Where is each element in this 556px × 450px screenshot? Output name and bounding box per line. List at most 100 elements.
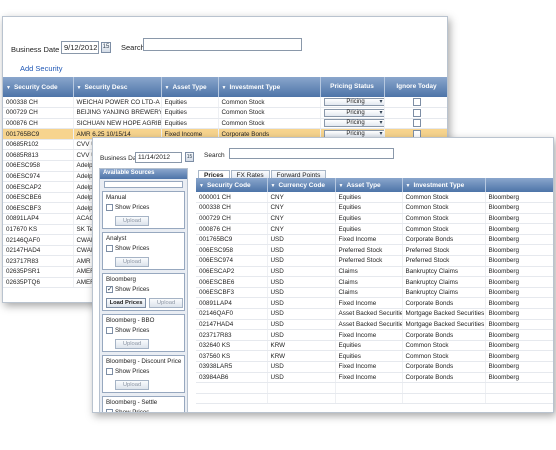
source-name: Bloomberg - BBO (106, 317, 155, 324)
table-row[interactable]: 006ESCAP2 USD Claims Bankruptcy Claims Bloom… (196, 266, 553, 278)
table-row[interactable]: 000876 CHSICHUAN NEW HOPE AGRIBUSINEquit… (3, 118, 447, 130)
col-header-security-code[interactable]: ▼ Security Code (3, 77, 74, 97)
calendar-icon[interactable]: 15 (185, 152, 194, 162)
table-row[interactable]: 006ESCBE6 USD Claims Bankruptcy Claims Bloom… (196, 276, 553, 288)
price-source-cell: Bloomberg (485, 287, 553, 299)
ignore-today-checkbox[interactable] (412, 108, 421, 117)
upload-button[interactable]: Upload (115, 380, 149, 390)
sources-filter-input[interactable] (104, 181, 183, 188)
show-prices-option[interactable]: Show Prices (106, 204, 149, 211)
investment-type-cell: Preferred Stock (402, 244, 486, 257)
checkbox-icon[interactable] (106, 327, 113, 334)
security-code-cell: 006ESCBF3 (3, 202, 74, 215)
show-prices-option[interactable]: ✓ Show Prices (106, 286, 149, 293)
col-header-price-source[interactable] (485, 178, 553, 192)
price-source-cell (485, 382, 553, 394)
pricing-status-select[interactable]: Pricing (323, 119, 383, 128)
table-row[interactable]: 03984AB6 USD Fixed Income Corporate Bonds Bl… (196, 372, 553, 384)
show-prices-option[interactable]: Show Prices (106, 368, 149, 375)
table-row[interactable]: 000001 CH CNY Equities Common Stock Bloomber… (196, 192, 553, 204)
table-row[interactable]: 000876 CH CNY Equities Common Stock Bloomber… (196, 223, 553, 235)
show-prices-option[interactable]: Show Prices (106, 409, 149, 412)
upload-button[interactable]: Upload (149, 298, 183, 308)
business-date-field[interactable]: 11/14/2012 (135, 152, 182, 163)
col-header-security-desc[interactable]: ▼ Security Desc (73, 77, 162, 97)
upload-button[interactable]: Upload (115, 339, 149, 349)
show-prices-label: Show Prices (115, 245, 150, 253)
checkbox-icon[interactable] (106, 204, 113, 211)
currency-code-cell: CNY (267, 213, 336, 225)
upload-button[interactable]: Upload (115, 216, 149, 226)
currency-code-cell: USD (267, 255, 336, 267)
checkbox-icon[interactable] (106, 245, 113, 252)
security-code-cell: 000338 CH (196, 202, 268, 214)
pricing-status-select[interactable]: Pricing (323, 98, 383, 107)
investment-type-cell: Corporate Bonds (402, 372, 486, 384)
show-prices-label: Show Prices (115, 327, 150, 335)
upload-button[interactable]: Upload (115, 257, 149, 267)
table-row[interactable]: 000729 CH CNY Equities Common Stock Bloomber… (196, 213, 553, 225)
table-row[interactable]: 023717R83 USD Fixed Income Corporate Bonds B… (196, 329, 553, 341)
currency-code-cell: CNY (267, 223, 336, 235)
col-header-ignore-today[interactable]: Ignore Today (384, 77, 447, 97)
pricing-status-select[interactable]: Pricing (323, 108, 383, 117)
search-input[interactable] (143, 38, 302, 51)
table-row[interactable]: 032640 KS KRW Equities Common Stock Bloomber… (196, 340, 553, 352)
checkbox-icon[interactable] (106, 368, 113, 375)
asset-type-cell: Fixed Income (335, 361, 403, 373)
load-prices-button[interactable]: Load Prices (106, 298, 146, 308)
col-header-asset-type[interactable]: ▼ Asset Type (161, 77, 219, 97)
table-row[interactable]: 001765BC9 USD Fixed Income Corporate Bonds B… (196, 234, 553, 246)
add-security-link[interactable]: Add Security (20, 64, 63, 73)
asset-type-cell: Equities (161, 107, 219, 119)
col-header-pricing-status[interactable]: Pricing Status (320, 77, 385, 97)
table-row[interactable]: 000338 CH WEICHAI POWER CO LTD-A Equities C… (3, 97, 447, 109)
currency-code-cell: USD (267, 287, 336, 299)
table-row[interactable] (196, 393, 553, 405)
show-prices-option[interactable]: Show Prices (106, 327, 149, 334)
business-date-field[interactable]: 9/12/2012 (61, 41, 99, 54)
table-row[interactable]: 02147HAD4 USD Asset Backed Securities Mortg… (196, 319, 553, 331)
investment-type-cell: Corporate Bonds (402, 329, 486, 341)
security-desc-cell: BEIJING YANJING BREWERY CO-A (73, 107, 162, 119)
investment-type-cell (402, 393, 486, 405)
available-sources-panel: Available Sources Manual Show Prices Uploa… (99, 168, 188, 412)
currency-code-cell (267, 393, 336, 405)
table-row[interactable]: 000729 CHBEIJING YANJING BREWERY CO-AEqu… (3, 107, 447, 119)
investment-type-cell: Common Stock (402, 192, 486, 204)
asset-type-cell: Fixed Income (335, 329, 403, 341)
ignore-today-checkbox[interactable] (412, 98, 421, 107)
ignore-today-checkbox[interactable] (412, 119, 421, 128)
security-code-cell: 02147HAD4 (3, 245, 74, 257)
security-code-cell: 00685R813 (3, 149, 74, 162)
checked-checkbox-icon[interactable]: ✓ (106, 286, 113, 293)
security-code-cell: 006ESCBF3 (196, 287, 268, 299)
currency-code-cell: USD (267, 234, 336, 246)
asset-type-cell (335, 382, 403, 394)
table-row[interactable]: 006ESC958 USD Preferred Stock Preferred Sto… (196, 244, 553, 257)
security-code-cell: 000729 CH (3, 107, 74, 119)
col-header-asset-type[interactable]: ▼ Asset Type (335, 178, 403, 192)
table-row[interactable]: 02146QAF0 USD Asset Backed Securities Mortg… (196, 308, 553, 320)
checkbox-icon[interactable] (106, 409, 113, 412)
investment-type-cell: Common Stock (218, 118, 321, 130)
investment-type-cell: Preferred Stock (402, 255, 486, 267)
security-code-cell: 00891LAP4 (196, 297, 268, 310)
search-input[interactable] (229, 148, 394, 159)
table-row[interactable] (196, 382, 553, 394)
show-prices-option[interactable]: Show Prices (106, 245, 149, 252)
table-row[interactable]: 006ESCBF3 USD Claims Bankruptcy Claims Bloom… (196, 287, 553, 299)
table-row[interactable]: 000338 CH CNY Equities Common Stock Bloomber… (196, 202, 553, 214)
col-header-currency-code[interactable]: ▼ Currency Code (267, 178, 336, 192)
table-row[interactable]: 037560 KS KRW Equities Common Stock Bloomber… (196, 350, 553, 362)
price-source-cell: Bloomberg (485, 329, 553, 341)
currency-code-cell: USD (267, 297, 336, 310)
table-row[interactable]: 006ESC974 USD Preferred Stock Preferred Sto… (196, 255, 553, 267)
calendar-icon[interactable]: 15 (101, 42, 111, 53)
table-row[interactable]: 03938LAR5 USD Fixed Income Corporate Bonds B… (196, 361, 553, 373)
table-row[interactable]: 00891LAP4 USD Fixed Income Corporate Bonds B… (196, 297, 553, 310)
col-header-security-code[interactable]: ▼ Security Code (196, 178, 268, 192)
col-header-investment-type[interactable]: ▼ Investment Type (218, 77, 321, 97)
price-source-cell: Bloomberg (485, 297, 553, 310)
col-header-investment-type[interactable]: ▼ Investment Type (402, 178, 486, 192)
